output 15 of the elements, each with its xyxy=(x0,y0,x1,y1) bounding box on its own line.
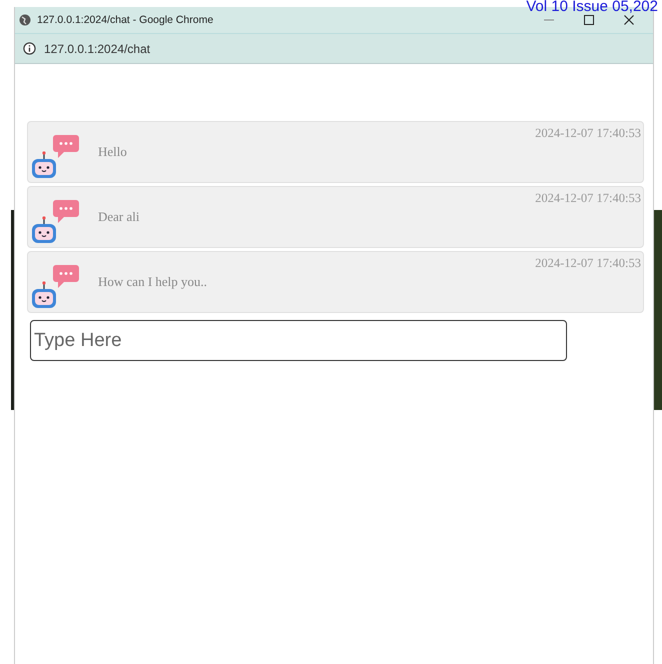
close-icon[interactable] xyxy=(623,14,635,26)
message-text: How can I help you.. xyxy=(98,274,208,290)
message-time: 2024-12-07 17:40:53 xyxy=(535,256,641,271)
info-icon[interactable] xyxy=(23,42,36,55)
maximize-icon[interactable] xyxy=(583,14,595,26)
globe-icon xyxy=(19,14,31,26)
page-header: Vol 10 Issue 05,202 xyxy=(526,0,658,14)
message-time: 2024-12-07 17:40:53 xyxy=(535,191,641,206)
message-input[interactable]: Type Here xyxy=(30,320,567,361)
address-bar[interactable]: 127.0.0.1:2024/chat xyxy=(15,33,653,64)
window-title: 127.0.0.1:2024/chat - Google Chrome xyxy=(37,14,214,26)
url-text[interactable]: 127.0.0.1:2024/chat xyxy=(44,42,150,56)
message-text: Dear ali xyxy=(98,209,140,225)
message-text: Hello xyxy=(98,144,127,160)
message-time: 2024-12-07 17:40:53 xyxy=(535,126,641,141)
